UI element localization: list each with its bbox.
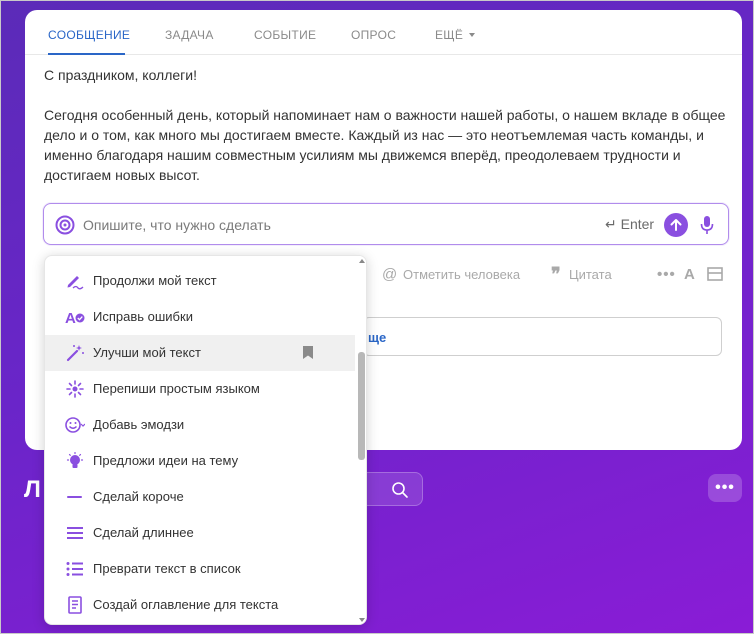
arrow-up-icon <box>670 219 682 231</box>
table-icon[interactable] <box>707 267 723 281</box>
menu-item-continue-text[interactable]: Продолжи мой текст <box>45 263 355 299</box>
menu-item-make-longer[interactable]: Сделай длиннее <box>45 515 355 551</box>
quote-button[interactable]: Цитата <box>569 267 612 282</box>
microphone-icon[interactable] <box>700 215 714 235</box>
quote-icon: ❞ <box>551 264 561 284</box>
message-greeting: С праздником, коллеги! <box>44 67 198 83</box>
enter-hint: ↵ Enter <box>605 216 654 233</box>
menu-item-label: Улучши мой текст <box>93 345 201 360</box>
list-icon <box>66 562 83 576</box>
mention-icon: @ <box>382 266 398 283</box>
scrollbar-thumb[interactable] <box>358 352 365 460</box>
destination-field[interactable]: ще <box>363 317 722 356</box>
tab-task[interactable]: ЗАДАЧА <box>165 28 214 42</box>
more-tools-icon[interactable]: ••• <box>657 266 676 283</box>
menu-item-label: Преврати текст в список <box>93 561 241 576</box>
menu-item-add-emoji[interactable]: Добавь эмодзи <box>45 407 355 443</box>
menu-item-label: Сделай длиннее <box>93 525 194 540</box>
menu-item-label: Добавь эмодзи <box>93 417 185 432</box>
ai-assistant-icon <box>55 215 75 235</box>
menu-item-improve-text[interactable]: Улучши мой текст <box>45 335 355 371</box>
message-text[interactable]: С праздником, коллеги! Сегодня особенный… <box>44 65 734 205</box>
ai-actions-menu: Продолжи мой текст A Исправь ошибки Улуч… <box>44 255 367 625</box>
menu-item-convert-to-list[interactable]: Преврати текст в список <box>45 551 355 587</box>
document-icon <box>68 596 82 614</box>
menu-item-fix-errors[interactable]: A Исправь ошибки <box>45 299 355 335</box>
ai-input-placeholder: Опишите, что нужно сделать <box>83 217 271 233</box>
bookmark-icon[interactable] <box>302 345 314 360</box>
shorten-icon <box>67 496 82 498</box>
text-format-button[interactable]: A <box>684 266 695 283</box>
menu-item-suggest-ideas[interactable]: Предложи идеи на тему <box>45 443 355 479</box>
send-button[interactable] <box>664 213 688 237</box>
mention-button[interactable]: Отметить человека <box>403 267 520 282</box>
sparkle-icon <box>66 380 84 398</box>
menu-scrollbar[interactable] <box>355 256 366 624</box>
destination-field-text: ще <box>368 330 387 345</box>
search-icon <box>392 482 408 498</box>
lengthen-icon <box>67 527 83 539</box>
emoji-icon <box>65 417 85 433</box>
svg-text:A: A <box>65 310 76 326</box>
menu-item-make-shorter[interactable]: Сделай короче <box>45 479 355 515</box>
menu-item-create-toc[interactable]: Создай оглавление для текста <box>45 587 355 623</box>
spellcheck-icon: A <box>65 310 85 326</box>
scroll-up-arrow-icon[interactable] <box>359 259 365 263</box>
menu-item-simplify-text[interactable]: Перепиши простым языком <box>45 371 355 407</box>
composer-tabs: СООБЩЕНИЕ ЗАДАЧА СОБЫТИЕ ОПРОС ЕЩЁ <box>25 10 742 55</box>
menu-item-label: Продолжи мой текст <box>93 273 217 288</box>
more-options-button[interactable]: ••• <box>708 474 742 502</box>
menu-item-label: Сделай короче <box>93 489 184 504</box>
message-body: Сегодня особенный день, который напомина… <box>44 107 726 183</box>
menu-item-label: Создай оглавление для текста <box>93 597 279 612</box>
active-tab-indicator <box>48 53 125 55</box>
tab-more-label: ЕЩЁ <box>435 28 464 42</box>
page-title-fragment: Л <box>24 476 41 503</box>
lightbulb-icon <box>66 452 84 468</box>
tab-event[interactable]: СОБЫТИЕ <box>254 28 316 42</box>
tab-poll[interactable]: ОПРОС <box>351 28 396 42</box>
enter-hint-label: Enter <box>620 216 655 232</box>
search-button[interactable] <box>360 472 423 506</box>
menu-item-label: Перепиши простым языком <box>93 381 260 396</box>
tab-more[interactable]: ЕЩЁ <box>435 28 476 42</box>
enter-key-icon: ↵ <box>605 216 621 232</box>
tab-message[interactable]: СООБЩЕНИЕ <box>48 28 130 42</box>
pen-icon <box>67 276 84 290</box>
scroll-down-arrow-icon[interactable] <box>359 618 365 622</box>
chevron-down-icon <box>469 33 476 37</box>
menu-item-label: Исправь ошибки <box>93 309 193 324</box>
menu-item-label: Предложи идеи на тему <box>93 453 239 468</box>
ai-prompt-input[interactable]: Опишите, что нужно сделать ↵ Enter <box>43 203 729 245</box>
magic-wand-icon <box>66 345 84 362</box>
